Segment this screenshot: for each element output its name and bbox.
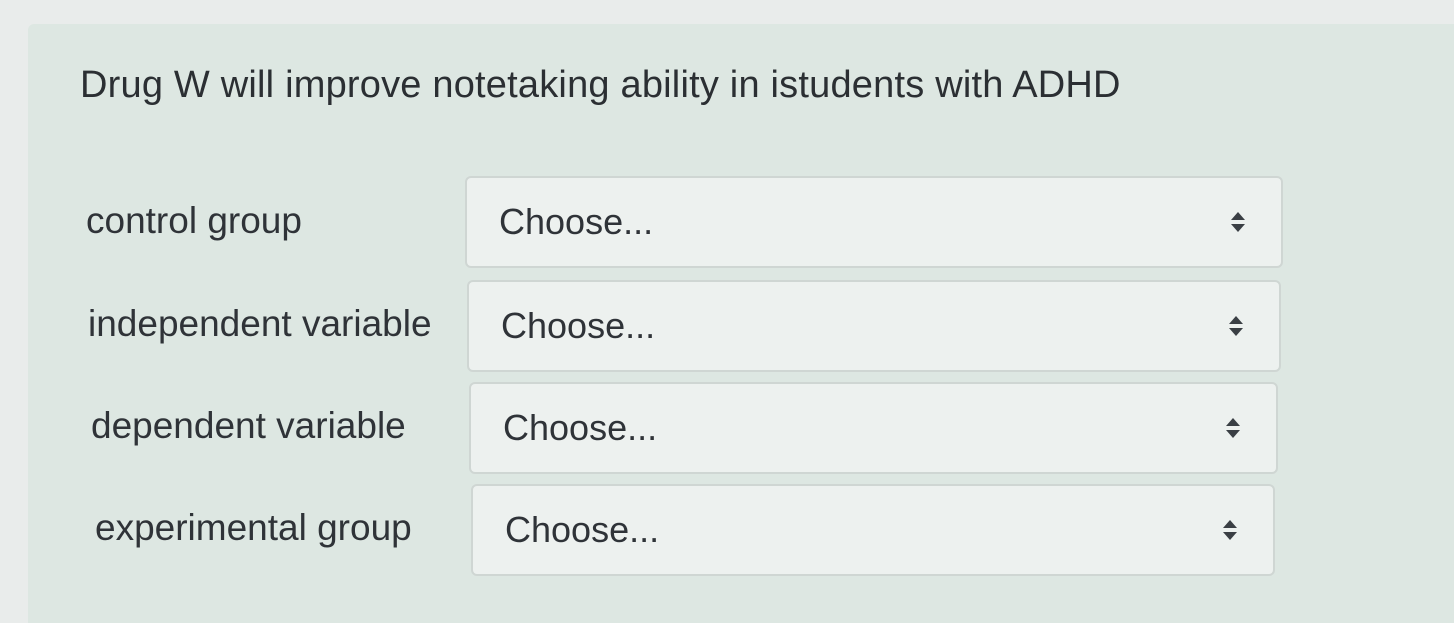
select-value: Choose... xyxy=(501,305,656,346)
select-experimental-group[interactable]: Choose... xyxy=(471,484,1275,576)
select-value: Choose... xyxy=(503,407,658,448)
up-down-caret-icon xyxy=(1221,519,1239,541)
select-control-group[interactable]: Choose... xyxy=(465,176,1283,268)
select-dependent-variable[interactable]: Choose... xyxy=(469,382,1278,474)
up-down-caret-icon xyxy=(1229,211,1247,233)
label-experimental-group: experimental group xyxy=(95,507,412,548)
select-independent-variable[interactable]: Choose... xyxy=(467,280,1281,372)
question-text: Drug W will improve notetaking ability i… xyxy=(80,64,1121,106)
label-dependent-variable: dependent variable xyxy=(91,405,406,446)
select-value: Choose... xyxy=(499,201,654,242)
label-independent-variable: independent variable xyxy=(88,303,432,344)
up-down-caret-icon xyxy=(1227,315,1245,337)
select-value: Choose... xyxy=(505,509,660,550)
up-down-caret-icon xyxy=(1224,417,1242,439)
label-control-group: control group xyxy=(86,200,302,241)
